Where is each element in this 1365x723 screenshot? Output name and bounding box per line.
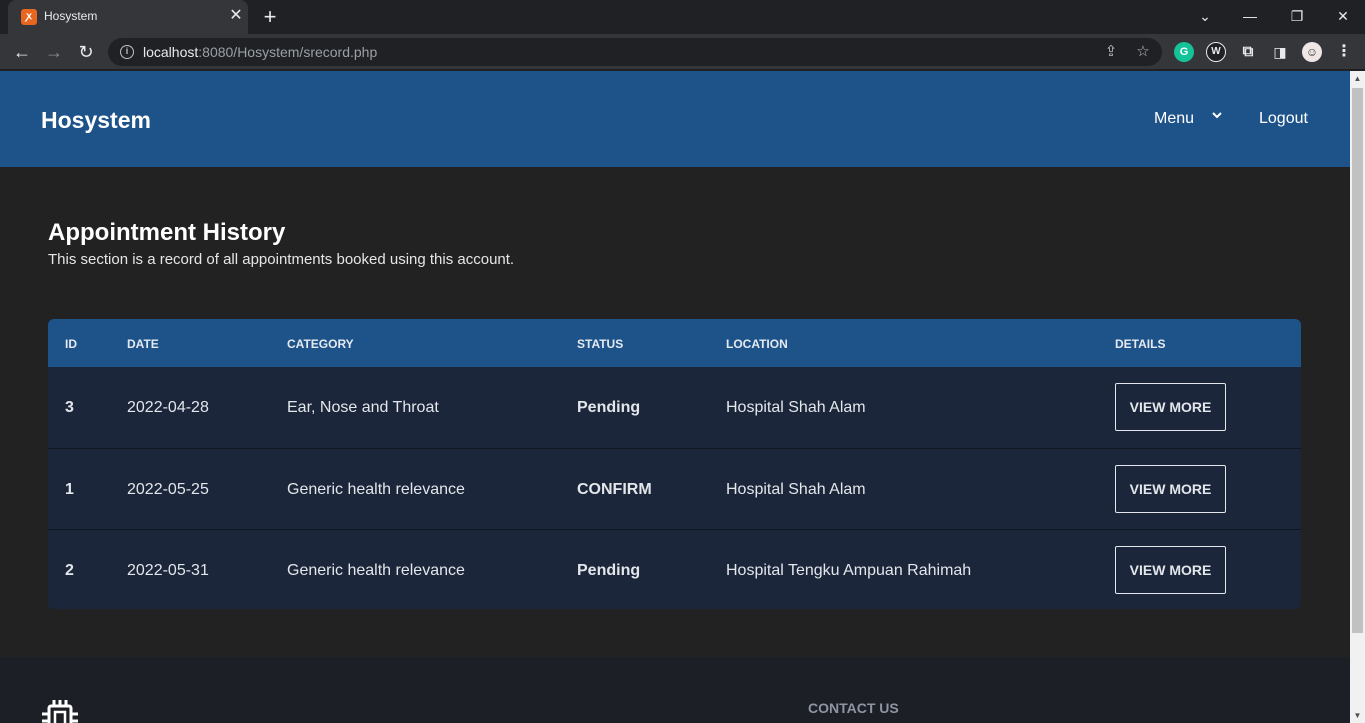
view-more-button[interactable]: VIEW MORE: [1115, 546, 1226, 594]
appointment-table: ID DATE CATEGORY STATUS LOCATION DETAILS…: [48, 319, 1301, 609]
table-row: 3 2022-04-28 Ear, Nose and Throat Pendin…: [48, 367, 1301, 448]
scrollbar-thumb[interactable]: [1352, 88, 1363, 633]
column-header-details: DETAILS: [1115, 337, 1166, 351]
address-bar[interactable]: i localhost:8080/Hosystem/srecord.php ⇪ …: [108, 38, 1162, 66]
page-scrollbar[interactable]: ▲ ▼: [1350, 71, 1365, 723]
cell-date: 2022-04-28: [127, 399, 209, 416]
site-footer: CONTACT US: [0, 657, 1350, 723]
xampp-favicon-icon: ꭗ: [21, 9, 37, 25]
nav-menu-button[interactable]: Menu: [1154, 110, 1194, 128]
cell-location: Hospital Shah Alam: [726, 481, 866, 498]
site-header: Hosystem Menu Logout: [0, 71, 1350, 167]
page-subtitle: This section is a record of all appointm…: [48, 251, 515, 268]
tab-title: Hosystem: [44, 9, 98, 23]
column-header-status: STATUS: [577, 337, 624, 351]
cell-category: Ear, Nose and Throat: [287, 399, 439, 416]
footer-contact-heading: CONTACT US: [808, 700, 899, 716]
site-info-icon[interactable]: i: [120, 45, 134, 59]
browser-tabstrip: ꭗ Hosystem ✕ + ⌄ — ❐ ✕: [0, 0, 1365, 34]
cell-status: Pending: [577, 562, 641, 579]
share-icon[interactable]: ⇪: [1101, 42, 1121, 62]
extensions-puzzle-icon[interactable]: ⧉: [1238, 42, 1258, 62]
scroll-up-arrow-icon[interactable]: ▲: [1350, 71, 1365, 86]
column-header-id: ID: [65, 337, 77, 351]
new-tab-icon[interactable]: +: [258, 6, 282, 28]
brand-logo[interactable]: Hosystem: [41, 107, 151, 134]
url-text[interactable]: localhost:8080/Hosystem/srecord.php: [143, 44, 377, 60]
minimize-icon[interactable]: —: [1238, 5, 1262, 27]
column-header-category: CATEGORY: [287, 337, 354, 351]
tab-close-icon[interactable]: ✕: [227, 7, 245, 25]
cell-id: 1: [65, 481, 74, 498]
column-header-date: DATE: [127, 337, 159, 351]
cell-location: Hospital Tengku Ampuan Rahimah: [726, 562, 972, 579]
cell-status: CONFIRM: [577, 481, 652, 498]
grammarly-extension-icon[interactable]: G: [1174, 42, 1194, 62]
restore-icon[interactable]: ❐: [1285, 5, 1309, 27]
chip-logo-icon: [42, 700, 78, 723]
table-row: 2 2022-05-31 Generic health relevance Pe…: [48, 529, 1301, 609]
cell-id: 2: [65, 562, 74, 579]
cell-status: Pending: [577, 399, 641, 416]
cell-location: Hospital Shah Alam: [726, 399, 866, 416]
cell-id: 3: [65, 399, 74, 416]
bookmark-star-icon[interactable]: ☆: [1133, 42, 1153, 62]
cell-category: Generic health relevance: [287, 481, 465, 498]
table-row: 1 2022-05-25 Generic health relevance CO…: [48, 448, 1301, 529]
forward-icon[interactable]: →: [42, 40, 66, 64]
view-more-button[interactable]: VIEW MORE: [1115, 383, 1226, 431]
column-header-location: LOCATION: [726, 337, 788, 351]
cell-date: 2022-05-31: [127, 562, 209, 579]
browser-toolbar: ← → ↻ i localhost:8080/Hosystem/srecord.…: [0, 34, 1365, 70]
reload-icon[interactable]: ↻: [74, 40, 98, 64]
table-header: ID DATE CATEGORY STATUS LOCATION DETAILS: [48, 319, 1301, 367]
cell-category: Generic health relevance: [287, 562, 465, 579]
profile-avatar[interactable]: ☺: [1302, 42, 1322, 62]
chevron-down-icon[interactable]: [1211, 109, 1223, 124]
browser-tab[interactable]: ꭗ Hosystem ✕: [8, 0, 248, 34]
back-icon[interactable]: ←: [10, 40, 34, 64]
browser-menu-icon[interactable]: ⋮: [1334, 42, 1354, 62]
wordtune-extension-icon[interactable]: W: [1206, 42, 1226, 62]
page-title: Appointment History: [48, 219, 286, 246]
close-window-icon[interactable]: ✕: [1331, 5, 1355, 27]
view-more-button[interactable]: VIEW MORE: [1115, 465, 1226, 513]
logout-link[interactable]: Logout: [1259, 110, 1308, 128]
side-panel-icon[interactable]: ◨: [1270, 42, 1290, 62]
scroll-down-arrow-icon[interactable]: ▼: [1350, 708, 1365, 723]
tab-search-chevron-icon[interactable]: ⌄: [1193, 5, 1217, 27]
page-viewport: Hosystem Menu Logout Appointment History…: [0, 71, 1350, 723]
cell-date: 2022-05-25: [127, 481, 209, 498]
